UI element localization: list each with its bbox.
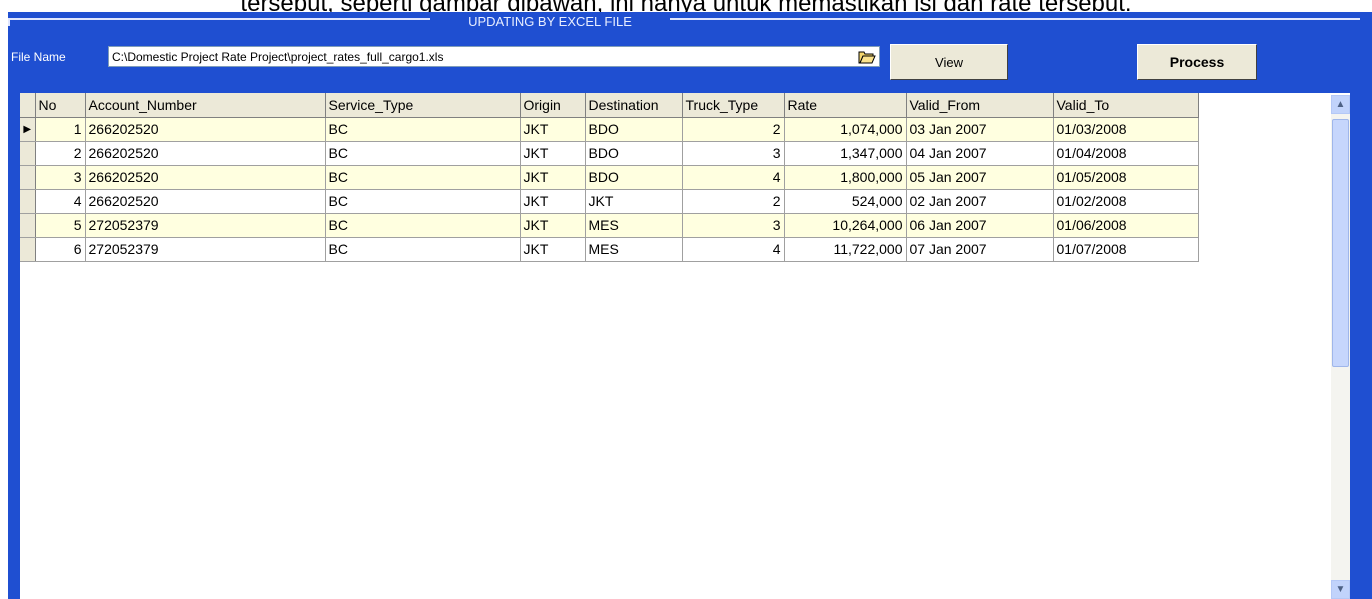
header-row: No Account_Number Service_Type Origin De… bbox=[20, 93, 1199, 118]
row-indicator-header bbox=[20, 93, 36, 118]
cell-service-type[interactable]: BC bbox=[325, 117, 521, 142]
cell-destination[interactable]: MES bbox=[585, 237, 683, 262]
cell-account-number[interactable]: 266202520 bbox=[85, 117, 326, 142]
table-row[interactable]: ▶ 1 266202520 BC JKT BDO 2 1,074,000 03 … bbox=[20, 117, 1199, 142]
open-file-button[interactable] bbox=[856, 48, 878, 66]
table-row[interactable]: 4 266202520 BC JKT JKT 2 524,000 02 Jan … bbox=[20, 189, 1199, 214]
cell-account-number[interactable]: 266202520 bbox=[85, 189, 326, 214]
cell-truck-type[interactable]: 2 bbox=[682, 117, 785, 142]
cell-rate[interactable]: 1,800,000 bbox=[784, 165, 907, 190]
row-pointer-icon: ▶ bbox=[23, 123, 32, 135]
cell-no[interactable]: 2 bbox=[35, 141, 86, 166]
cell-valid-from[interactable]: 03 Jan 2007 bbox=[906, 117, 1054, 142]
row-selector[interactable] bbox=[20, 165, 36, 190]
column-header-destination[interactable]: Destination bbox=[585, 93, 683, 118]
column-header-valid-to[interactable]: Valid_To bbox=[1053, 93, 1199, 118]
cell-rate[interactable]: 11,722,000 bbox=[784, 237, 907, 262]
cell-destination[interactable]: BDO bbox=[585, 165, 683, 190]
cell-destination[interactable]: BDO bbox=[585, 141, 683, 166]
file-path-input[interactable] bbox=[108, 46, 880, 67]
cell-account-number[interactable]: 272052379 bbox=[85, 213, 326, 238]
column-header-truck-type[interactable]: Truck_Type bbox=[682, 93, 785, 118]
cell-valid-from[interactable]: 06 Jan 2007 bbox=[906, 213, 1054, 238]
table-row[interactable]: 5 272052379 BC JKT MES 3 10,264,000 06 J… bbox=[20, 213, 1199, 238]
cell-truck-type[interactable]: 4 bbox=[682, 165, 785, 190]
column-header-valid-from[interactable]: Valid_From bbox=[906, 93, 1054, 118]
folder-open-icon bbox=[858, 51, 876, 64]
title-rule bbox=[8, 18, 1360, 20]
cell-no[interactable]: 3 bbox=[35, 165, 86, 190]
cell-valid-to[interactable]: 01/07/2008 bbox=[1053, 237, 1199, 262]
cell-rate[interactable]: 10,264,000 bbox=[784, 213, 907, 238]
cell-valid-to[interactable]: 01/05/2008 bbox=[1053, 165, 1199, 190]
column-header-no[interactable]: No bbox=[35, 93, 86, 118]
column-header-rate[interactable]: Rate bbox=[784, 93, 907, 118]
cell-origin[interactable]: JKT bbox=[520, 165, 586, 190]
cell-truck-type[interactable]: 3 bbox=[682, 141, 785, 166]
vertical-scrollbar[interactable]: ▲ ▼ bbox=[1331, 95, 1350, 599]
cell-valid-to[interactable]: 01/06/2008 bbox=[1053, 213, 1199, 238]
column-header-account-number[interactable]: Account_Number bbox=[85, 93, 326, 118]
table-row[interactable]: 2 266202520 BC JKT BDO 3 1,347,000 04 Ja… bbox=[20, 141, 1199, 166]
title-rule-corner bbox=[8, 18, 10, 26]
cell-valid-from[interactable]: 05 Jan 2007 bbox=[906, 165, 1054, 190]
scroll-up-button[interactable]: ▲ bbox=[1331, 95, 1350, 114]
cell-account-number[interactable]: 272052379 bbox=[85, 237, 326, 262]
chevron-up-icon: ▲ bbox=[1335, 99, 1346, 110]
cell-valid-from[interactable]: 02 Jan 2007 bbox=[906, 189, 1054, 214]
cell-valid-to[interactable]: 01/04/2008 bbox=[1053, 141, 1199, 166]
rates-table: No Account_Number Service_Type Origin De… bbox=[20, 93, 1199, 262]
cell-destination[interactable]: MES bbox=[585, 213, 683, 238]
cell-truck-type[interactable]: 4 bbox=[682, 237, 785, 262]
cell-origin[interactable]: JKT bbox=[520, 213, 586, 238]
process-button[interactable]: Process bbox=[1137, 44, 1257, 80]
cell-valid-to[interactable]: 01/03/2008 bbox=[1053, 117, 1199, 142]
cell-valid-from[interactable]: 07 Jan 2007 bbox=[906, 237, 1054, 262]
cell-valid-from[interactable]: 04 Jan 2007 bbox=[906, 141, 1054, 166]
table-row[interactable]: 6 272052379 BC JKT MES 4 11,722,000 07 J… bbox=[20, 237, 1199, 262]
scroll-thumb[interactable] bbox=[1332, 119, 1349, 367]
cell-service-type[interactable]: BC bbox=[325, 237, 521, 262]
cell-service-type[interactable]: BC bbox=[325, 165, 521, 190]
cell-origin[interactable]: JKT bbox=[520, 237, 586, 262]
view-button[interactable]: View bbox=[890, 44, 1008, 80]
cell-truck-type[interactable]: 3 bbox=[682, 213, 785, 238]
row-selector[interactable] bbox=[20, 189, 36, 214]
row-selector[interactable] bbox=[20, 213, 36, 238]
row-selector[interactable] bbox=[20, 237, 36, 262]
cell-valid-to[interactable]: 01/02/2008 bbox=[1053, 189, 1199, 214]
cell-no[interactable]: 5 bbox=[35, 213, 86, 238]
cell-no[interactable]: 1 bbox=[35, 117, 86, 142]
row-selector[interactable] bbox=[20, 141, 36, 166]
cell-service-type[interactable]: BC bbox=[325, 141, 521, 166]
cell-no[interactable]: 4 bbox=[35, 189, 86, 214]
cell-rate[interactable]: 1,074,000 bbox=[784, 117, 907, 142]
cell-rate[interactable]: 524,000 bbox=[784, 189, 907, 214]
cell-origin[interactable]: JKT bbox=[520, 141, 586, 166]
column-header-origin[interactable]: Origin bbox=[520, 93, 586, 118]
cell-destination[interactable]: JKT bbox=[585, 189, 683, 214]
cell-destination[interactable]: BDO bbox=[585, 117, 683, 142]
chevron-down-icon: ▼ bbox=[1335, 584, 1346, 595]
cell-rate[interactable]: 1,347,000 bbox=[784, 141, 907, 166]
column-header-service-type[interactable]: Service_Type bbox=[325, 93, 521, 118]
cell-account-number[interactable]: 266202520 bbox=[85, 165, 326, 190]
table-row[interactable]: 3 266202520 BC JKT BDO 4 1,800,000 05 Ja… bbox=[20, 165, 1199, 190]
cell-origin[interactable]: JKT bbox=[520, 117, 586, 142]
data-grid[interactable]: No Account_Number Service_Type Origin De… bbox=[20, 93, 1350, 599]
row-selector[interactable]: ▶ bbox=[20, 117, 36, 142]
cell-origin[interactable]: JKT bbox=[520, 189, 586, 214]
cell-service-type[interactable]: BC bbox=[325, 213, 521, 238]
cell-no[interactable]: 6 bbox=[35, 237, 86, 262]
scroll-down-button[interactable]: ▼ bbox=[1331, 580, 1350, 599]
cell-truck-type[interactable]: 2 bbox=[682, 189, 785, 214]
cell-account-number[interactable]: 266202520 bbox=[85, 141, 326, 166]
window-title: UPDATING BY EXCEL FILE bbox=[430, 12, 670, 32]
file-name-label: File Name bbox=[11, 50, 66, 64]
cell-service-type[interactable]: BC bbox=[325, 189, 521, 214]
